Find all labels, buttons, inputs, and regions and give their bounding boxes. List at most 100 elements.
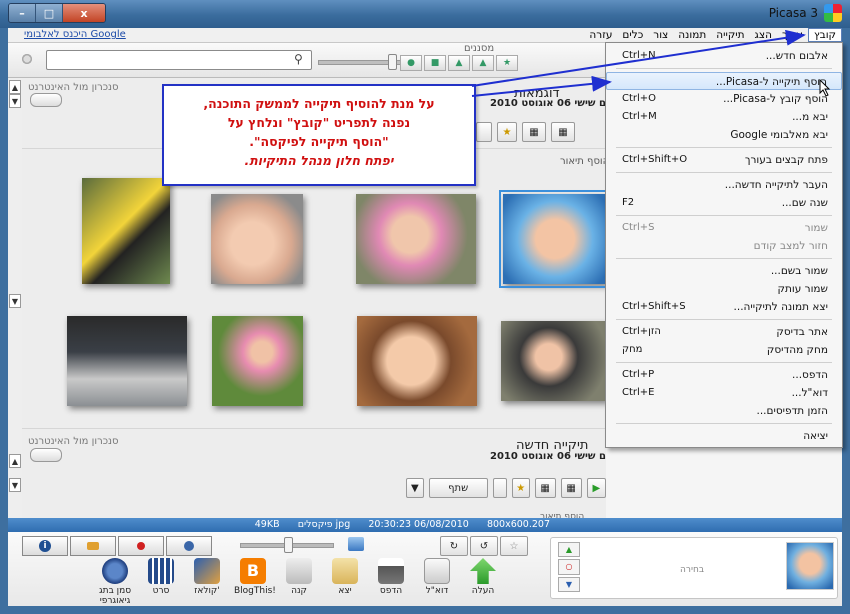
album-description[interactable]: הוסף תיאור — [560, 156, 609, 167]
collage-icon[interactable]: ▦ — [560, 478, 582, 498]
search-input[interactable] — [46, 50, 312, 70]
menu-item[interactable]: שמור עותק — [606, 280, 842, 298]
blogthis-tool[interactable]: B BlogThis! — [234, 558, 276, 606]
menu-help[interactable]: עזרה — [584, 28, 617, 42]
upload-filter-icon[interactable]: ▲ — [472, 55, 494, 71]
video-thumbnail[interactable] — [67, 316, 187, 406]
clear-icon[interactable]: ○ — [558, 559, 580, 575]
menu-create[interactable]: צור — [648, 28, 673, 42]
tag-icon[interactable] — [70, 536, 116, 556]
upload-tool[interactable]: העלה — [464, 558, 502, 606]
print-tool[interactable]: הדפס — [372, 558, 410, 606]
shop-tool[interactable]: קנה — [280, 558, 318, 606]
hold-icon[interactable]: ▲ — [558, 542, 580, 558]
star-icon[interactable]: ★ — [497, 122, 517, 142]
photo-thumbnail-selected[interactable] — [499, 190, 611, 288]
menu-item[interactable]: יצא תמונה לתיקייה... Ctrl+Shift+S — [606, 298, 842, 316]
scroll-down-icon[interactable]: ▼ — [9, 478, 21, 492]
export-tool[interactable]: יצא — [326, 558, 364, 606]
menu-view[interactable]: הצג — [750, 28, 777, 42]
scroll-down-icon[interactable]: ▼ — [9, 94, 21, 108]
zoom-slider-knob[interactable] — [284, 537, 293, 553]
menu-file[interactable]: קובץ — [807, 28, 842, 42]
info-icon[interactable]: i — [22, 536, 68, 556]
email-tool[interactable]: דוא"ל — [418, 558, 456, 606]
person-icon[interactable] — [166, 536, 212, 556]
rotate-left-icon[interactable]: ↺ — [470, 536, 498, 556]
share-button[interactable]: שתף — [428, 478, 488, 498]
menu-item[interactable]: העבר לתיקייה חדשה... — [606, 176, 842, 194]
photo-thumbnail[interactable] — [357, 316, 477, 406]
menu-item-label: העבר לתיקייה חדשה... — [724, 179, 828, 191]
photo-thumbnail[interactable] — [211, 194, 303, 284]
menu-item[interactable]: הזמן תדפיסים... — [606, 402, 842, 420]
menu-item[interactable]: הוסף קובץ ל-Picasa... Ctrl+O — [606, 90, 842, 108]
menu-item[interactable]: יבא מאלבומי Google — [606, 126, 842, 144]
menu-item[interactable]: שמור Ctrl+S — [606, 219, 842, 237]
scroll-up-icon[interactable]: ▲ — [9, 80, 21, 94]
selection-thumbnail[interactable] — [786, 542, 834, 590]
maximize-button[interactable]: □ — [36, 4, 63, 22]
menu-item[interactable]: הוסף תיקייה ל-Picasa... — [606, 72, 842, 90]
movie-tool[interactable]: סרט — [142, 558, 180, 606]
zoom-icon[interactable] — [348, 537, 364, 551]
menu-item[interactable]: אתר בדיסק Ctrl+הזן — [606, 323, 842, 341]
photo-thumbnail[interactable] — [501, 321, 607, 401]
rotate-right-icon[interactable]: ↻ — [440, 536, 468, 556]
share-dropdown-icon[interactable]: ▼ — [406, 478, 424, 498]
menu-item[interactable]: חזור למצב קודם — [606, 237, 842, 255]
menu-item[interactable]: שנה שם... F2 — [606, 194, 842, 212]
album-action-bar: ★ ▦ ▦ — [476, 122, 606, 142]
menu-folder[interactable]: תיקייה — [711, 28, 749, 42]
window-title: Picasa 3 — [768, 6, 818, 20]
menu-separator — [616, 423, 832, 424]
menu-edit[interactable]: ערוך — [777, 28, 808, 42]
globe-icon — [102, 558, 128, 584]
movie-filter-icon[interactable]: ■ — [424, 55, 446, 71]
close-button[interactable]: x — [63, 4, 105, 22]
sync-label: סנכרון מול האינטרנט — [28, 436, 119, 447]
geotag-filter-icon[interactable]: ● — [400, 55, 422, 71]
star-icon[interactable]: ☆ — [500, 536, 528, 556]
window-frame-bottom — [0, 606, 850, 614]
photo-thumbnail[interactable] — [212, 316, 303, 406]
collage-icon[interactable]: ▦ — [551, 122, 575, 142]
save-icon[interactable] — [492, 478, 507, 498]
location-pin-icon[interactable] — [118, 536, 164, 556]
menu-item-shortcut: Ctrl+O — [622, 93, 657, 104]
geotag-tool[interactable]: סמן בתג גיאוגרפי — [96, 558, 134, 606]
scroll-end-icon[interactable]: ▼ — [9, 294, 21, 308]
star-icon[interactable]: ★ — [511, 478, 530, 498]
scroll-up-icon[interactable]: ▲ — [9, 454, 21, 468]
menu-item[interactable]: יבא מ... Ctrl+M — [606, 108, 842, 126]
collage-tool[interactable]: קולאז' — [188, 558, 226, 606]
add-to-album-icon[interactable]: ▼ — [558, 576, 580, 592]
menu-item[interactable]: יציאה — [606, 427, 842, 445]
save-icon[interactable] — [476, 122, 492, 142]
menu-item-shortcut: Ctrl+Shift+O — [622, 154, 688, 165]
search-icon[interactable]: ⚲ — [294, 52, 306, 66]
sync-toggle[interactable] — [30, 93, 62, 107]
menu-item-label: יבא מ... — [792, 111, 828, 123]
people-filter-icon[interactable]: ▲ — [448, 55, 470, 71]
menu-item[interactable]: דוא"ל... Ctrl+E — [606, 384, 842, 402]
menu-item[interactable]: שמור בשם... — [606, 262, 842, 280]
google-signin-link[interactable]: היכנס לאלבומי Google — [24, 28, 126, 42]
menu-item[interactable]: פתח קבצים בעורך Ctrl+Shift+O — [606, 151, 842, 169]
menu-item[interactable]: הדפס... Ctrl+P — [606, 366, 842, 384]
menu-item[interactable]: אלבום חדש... Ctrl+N — [606, 47, 842, 65]
sync-toggle[interactable] — [30, 448, 62, 462]
movie-icon[interactable]: ▦ — [522, 122, 546, 142]
photo-thumbnail[interactable] — [356, 194, 476, 284]
album-action-bar: ▼ שתף ★ ▦ ▦ ▶ — [406, 478, 606, 498]
menu-item-shortcut: Ctrl+S — [622, 222, 655, 233]
star-filter-icon[interactable]: ★ — [496, 55, 518, 71]
play-icon[interactable]: ▶ — [586, 478, 606, 498]
movie-icon[interactable]: ▦ — [534, 478, 556, 498]
menu-item[interactable]: מחק מהדיסק מחק — [606, 341, 842, 359]
menu-picture[interactable]: תמונה — [673, 28, 711, 42]
minimize-button[interactable]: – — [9, 4, 36, 22]
filter-slider-knob[interactable] — [388, 54, 397, 70]
photo-thumbnail[interactable] — [82, 178, 170, 284]
menu-tools[interactable]: כלים — [617, 28, 648, 42]
